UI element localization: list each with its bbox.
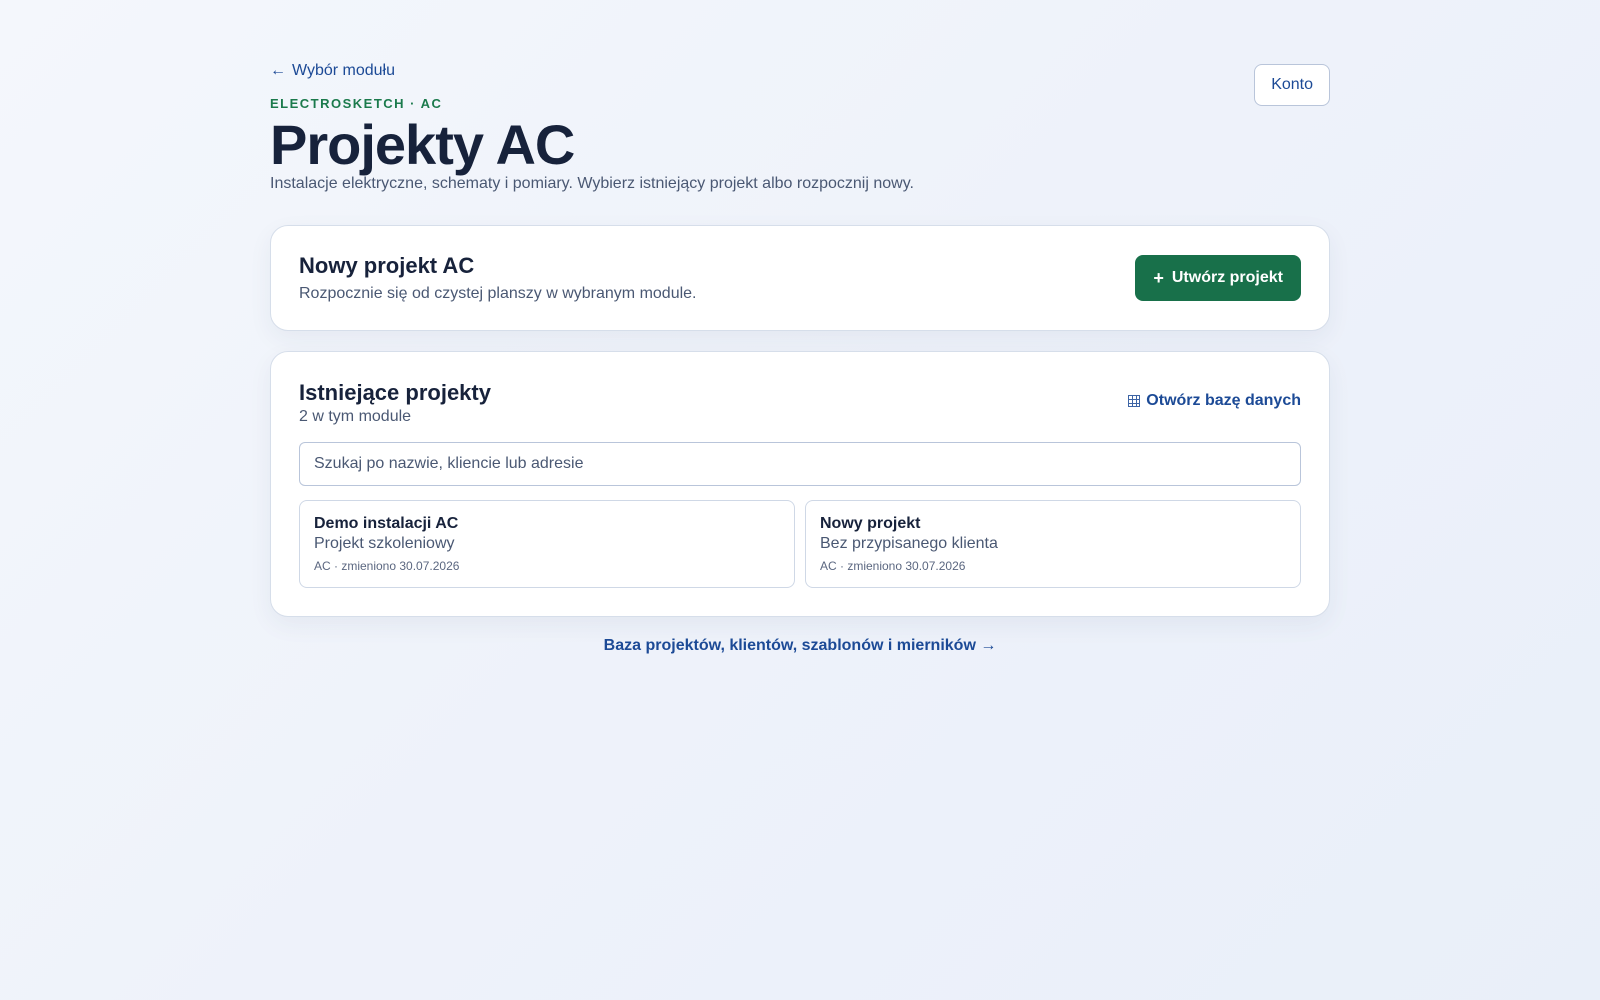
page-subtitle: Instalacje elektryczne, schematy i pomia…: [270, 175, 914, 192]
new-project-card: Nowy projekt AC Rozpocznie się od czyste…: [270, 225, 1330, 331]
arrow-left-icon: ←: [270, 62, 286, 79]
project-list: Demo instalacji AC Projekt szkoleniowy A…: [299, 500, 1301, 588]
project-search-input[interactable]: [299, 442, 1301, 486]
back-to-module-link[interactable]: ← Wybór modułu: [270, 62, 395, 80]
project-card[interactable]: Demo instalacji AC Projekt szkoleniowy A…: [299, 500, 795, 588]
open-database-label: Otwórz bazę danych: [1146, 392, 1301, 409]
new-project-description: Rozpocznie się od czystej planszy w wybr…: [299, 285, 697, 302]
create-project-button[interactable]: + Utwórz projekt: [1135, 255, 1301, 301]
account-button[interactable]: Konto: [1254, 64, 1330, 106]
project-name: Nowy projekt: [820, 515, 921, 532]
grid-icon: [1128, 395, 1141, 407]
create-project-label: Utwórz projekt: [1171, 269, 1283, 286]
project-client: Bez przypisanego klienta: [820, 535, 998, 552]
existing-projects-title: Istniejące projekty: [299, 380, 491, 405]
page-title: Projekty AC: [270, 113, 575, 176]
new-project-text: Nowy projekt AC Rozpocznie się od czyste…: [299, 253, 697, 303]
project-card[interactable]: Nowy projekt Bez przypisanego klienta AC…: [805, 500, 1301, 588]
existing-projects-heading: Istniejące projekty 2 w tym module: [299, 380, 491, 426]
database-footer-link[interactable]: Baza projektów, klientów, szablonów i mi…: [270, 637, 1330, 655]
project-meta: AC · zmieniono 30.07.2026: [820, 559, 966, 573]
project-name: Demo instalacji AC: [314, 515, 459, 532]
open-database-link[interactable]: Otwórz bazę danych: [1128, 392, 1301, 410]
new-project-title: Nowy projekt AC: [299, 253, 475, 278]
projects-count: 2 w tym module: [299, 408, 412, 425]
app-eyebrow: ELECTROSKETCH · AC: [270, 96, 443, 111]
page: ← Wybór modułu Konto ELECTROSKETCH · AC …: [270, 0, 1330, 655]
project-meta: AC · zmieniono 30.07.2026: [314, 559, 460, 573]
existing-projects-header: Istniejące projekty 2 w tym module Otwór…: [299, 380, 1301, 426]
plus-icon: +: [1153, 267, 1164, 288]
existing-projects-card: Istniejące projekty 2 w tym module Otwór…: [270, 351, 1330, 617]
back-link-label: Wybór modułu: [292, 62, 396, 79]
project-client: Projekt szkoleniowy: [314, 535, 455, 552]
